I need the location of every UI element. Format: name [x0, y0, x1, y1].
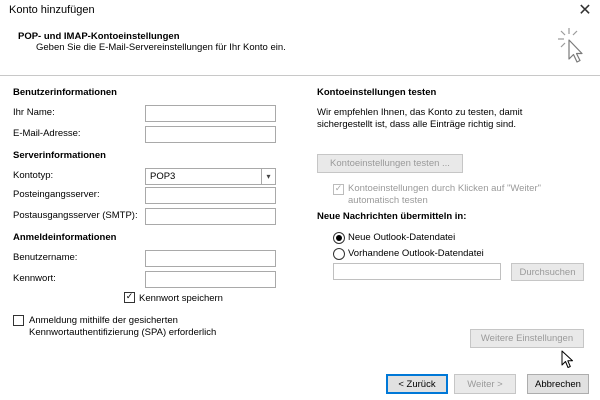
- existing-data-file-radio[interactable]: [333, 248, 345, 260]
- next-button[interactable]: Weiter >: [454, 374, 516, 394]
- wizard-cursor-icon: [558, 28, 583, 63]
- cancel-button[interactable]: Abbrechen: [527, 374, 589, 394]
- incoming-server-field[interactable]: [145, 187, 276, 204]
- spa-checkbox[interactable]: [13, 315, 24, 326]
- email-label: E-Mail-Adresse:: [13, 128, 81, 139]
- data-file-path-field[interactable]: [333, 263, 501, 280]
- browse-button[interactable]: Durchsuchen: [511, 263, 584, 281]
- user-info-heading: Benutzerinformationen: [13, 87, 117, 98]
- remember-password-label: Kennwort speichern: [139, 293, 223, 304]
- test-description-line2: sichergestellt ist, dass alle Einträge r…: [317, 119, 517, 130]
- deliver-heading: Neue Nachrichten übermitteln in:: [317, 211, 467, 222]
- username-field[interactable]: [145, 250, 276, 267]
- incoming-server-label: Posteingangsserver:: [13, 189, 100, 200]
- test-description-line1: Wir empfehlen Ihnen, das Konto zu testen…: [317, 107, 523, 118]
- more-settings-button[interactable]: Weitere Einstellungen: [470, 329, 584, 348]
- auto-test-label-line1: Kontoeinstellungen durch Klicken auf "We…: [348, 183, 541, 194]
- new-data-file-label: Neue Outlook-Datendatei: [348, 232, 456, 243]
- auto-test-checkbox[interactable]: ✓: [333, 184, 344, 195]
- page-title: POP- und IMAP-Kontoeinstellungen: [18, 31, 180, 42]
- existing-data-file-label: Vorhandene Outlook-Datendatei: [348, 248, 484, 259]
- account-type-select[interactable]: POP3 ▾: [145, 168, 276, 185]
- server-info-heading: Serverinformationen: [13, 150, 106, 161]
- outgoing-server-label: Postausgangsserver (SMTP):: [13, 210, 138, 221]
- name-label: Ihr Name:: [13, 107, 55, 118]
- header-divider: [0, 75, 600, 76]
- remember-password-checkbox[interactable]: ✓: [124, 292, 135, 303]
- auto-test-label-line2: automatisch testen: [348, 195, 428, 206]
- back-button[interactable]: < Zurück: [386, 374, 448, 394]
- mouse-pointer-icon: [561, 350, 573, 368]
- login-info-heading: Anmeldeinformationen: [13, 232, 117, 243]
- spa-label-line1: Anmeldung mithilfe der gesicherten: [29, 315, 178, 326]
- test-account-settings-button[interactable]: Kontoeinstellungen testen ...: [317, 154, 463, 173]
- outgoing-server-field[interactable]: [145, 208, 276, 225]
- account-type-value: POP3: [150, 171, 176, 182]
- username-label: Benutzername:: [13, 252, 78, 263]
- spa-label-line2: Kennwortauthentifizierung (SPA) erforder…: [29, 327, 217, 338]
- chevron-down-icon[interactable]: ▾: [261, 169, 275, 184]
- account-type-label: Kontotyp:: [13, 170, 54, 181]
- new-data-file-radio[interactable]: [333, 232, 345, 244]
- test-settings-heading: Kontoeinstellungen testen: [317, 87, 437, 98]
- password-field[interactable]: [145, 271, 276, 288]
- window-title: Konto hinzufügen: [9, 4, 95, 16]
- email-field[interactable]: [145, 126, 276, 143]
- page-subtitle: Geben Sie die E-Mail-Servereinstellungen…: [36, 42, 286, 53]
- close-icon[interactable]: ✕: [574, 0, 596, 20]
- password-label: Kennwort:: [13, 273, 56, 284]
- name-field[interactable]: [145, 105, 276, 122]
